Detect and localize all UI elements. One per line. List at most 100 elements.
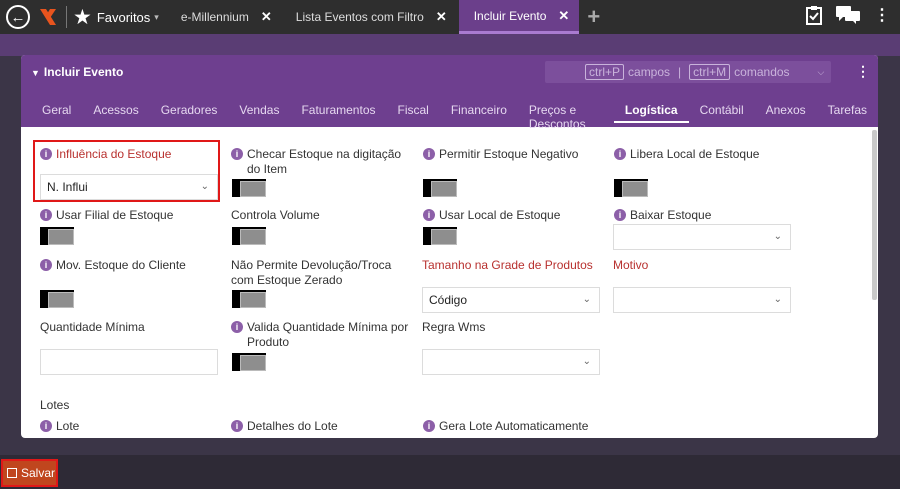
section-tabs: Geral Acessos Geradores Vendas Faturamen… (21, 103, 878, 131)
tab-label: Incluir Evento (473, 8, 547, 23)
more-vertical-icon[interactable]: ⋮ (874, 5, 890, 25)
libera-local-toggle[interactable] (614, 179, 648, 197)
tab-geral[interactable]: Geral (31, 103, 82, 123)
tab-geradores[interactable]: Geradores (150, 103, 229, 123)
baixar-estoque-label: i Baixar Estoque (614, 208, 794, 223)
tab-contabil[interactable]: Contábil (689, 103, 755, 123)
controla-volume-toggle[interactable] (232, 227, 266, 245)
top-bar: ← ★ Favoritos ▾ e-Millennium ✕ Lista Eve… (0, 0, 900, 34)
gera-lote-label: i Gera Lote Automaticamente (423, 419, 613, 434)
label-text: Lote (56, 419, 80, 433)
shortcut-hint[interactable]: ctrl+P campos | ctrl+M comandos ⌵ (545, 61, 831, 83)
usar-filial-label: i Usar Filial de Estoque (40, 208, 220, 223)
info-icon[interactable]: i (614, 209, 626, 221)
influencia-estoque-select[interactable]: N. Influi ⌄ (40, 174, 218, 200)
tab-faturamentos[interactable]: Faturamentos (290, 103, 386, 123)
label-text: Detalhes do Lote (247, 419, 338, 433)
tab-label: Lista Eventos com Filtro (295, 10, 424, 24)
scrollbar[interactable] (872, 130, 877, 300)
save-label: Salvar (21, 466, 56, 480)
chat-icon[interactable] (836, 6, 860, 24)
info-icon[interactable]: i (231, 420, 243, 432)
label-text: Quantidade Mínima (40, 320, 145, 334)
permitir-negativo-label: i Permitir Estoque Negativo (423, 147, 603, 162)
lotes-section-title: Lotes (40, 398, 70, 412)
floppy-disk-icon (7, 468, 17, 478)
tab-e-millennium[interactable]: e-Millennium ✕ (171, 0, 282, 34)
shortcut-label: campos (628, 65, 671, 79)
tab-lista-eventos[interactable]: Lista Eventos com Filtro ✕ (286, 0, 457, 34)
baixar-estoque-select[interactable]: ⌄ (613, 224, 791, 250)
tab-tarefas[interactable]: Tarefas (817, 103, 878, 123)
info-icon[interactable]: i (40, 259, 52, 271)
usar-local-toggle[interactable] (423, 227, 457, 245)
panel-title-text: Incluir Evento (43, 65, 124, 79)
libera-local-label: i Libera Local de Estoque (614, 147, 794, 162)
favorites-label: Favoritos (96, 9, 151, 25)
caret-down-icon: ▾ (154, 11, 159, 22)
info-icon[interactable]: i (40, 209, 52, 221)
info-icon[interactable]: i (231, 148, 243, 160)
close-icon[interactable]: ✕ (261, 9, 272, 25)
influencia-estoque-label: i Influência do Estoque (40, 147, 210, 162)
tab-financeiro[interactable]: Financeiro (440, 103, 518, 123)
tab-precos-descontos[interactable]: Preços e Descontos (518, 103, 614, 131)
info-icon[interactable]: i (423, 420, 435, 432)
info-icon[interactable]: i (40, 148, 52, 160)
shortcut-label: comandos (734, 65, 790, 79)
tab-anexos[interactable]: Anexos (755, 103, 817, 123)
more-vertical-icon[interactable]: ⋮ (856, 63, 870, 80)
tab-fiscal[interactable]: Fiscal (387, 103, 440, 123)
label-text: Libera Local de Estoque (630, 147, 760, 161)
label-text: Influência do Estoque (56, 147, 172, 161)
quantidade-minima-input[interactable] (40, 349, 218, 375)
usar-filial-toggle[interactable] (40, 227, 74, 245)
detalhes-lote-label: i Detalhes do Lote (231, 419, 411, 434)
info-icon[interactable]: i (40, 420, 52, 432)
motivo-label: Motivo (613, 258, 793, 273)
back-circle-icon[interactable]: ← (6, 5, 30, 29)
info-icon[interactable]: i (231, 321, 243, 333)
top-right-actions: ⋮ (806, 5, 890, 25)
nao-permite-devolucao-toggle[interactable] (232, 290, 266, 308)
regra-wms-select[interactable]: ⌄ (422, 349, 600, 375)
label-text: Usar Local de Estoque (439, 208, 561, 222)
clipboard-check-icon[interactable] (806, 5, 822, 25)
chevron-down-icon: ⌄ (582, 356, 591, 367)
panel-title[interactable]: ▼ Incluir Evento (31, 65, 123, 79)
star-icon: ★ (73, 5, 92, 29)
close-icon[interactable]: ✕ (558, 8, 569, 24)
info-icon[interactable]: i (423, 209, 435, 221)
label-text: Tamanho na Grade de Produtos (422, 258, 593, 272)
mov-estoque-cliente-toggle[interactable] (40, 290, 74, 308)
tab-incluir-evento[interactable]: Incluir Evento ✕ (458, 0, 580, 34)
controla-volume-label: Controla Volume (231, 208, 411, 223)
info-icon[interactable]: i (614, 148, 626, 160)
checar-estoque-toggle[interactable] (232, 179, 266, 197)
permitir-negativo-toggle[interactable] (423, 179, 457, 197)
caret-down-icon: ▼ (31, 68, 40, 78)
tab-logistica[interactable]: Logística (613, 103, 689, 123)
app-logo-icon[interactable] (38, 6, 58, 28)
form-panel: ▼ Incluir Evento ctrl+P campos | ctrl+M c… (21, 55, 878, 438)
save-button[interactable]: Salvar (1, 459, 58, 487)
tab-acessos[interactable]: Acessos (82, 103, 149, 123)
tab-vendas[interactable]: Vendas (228, 103, 290, 123)
form-content: i Influência do Estoque N. Influi ⌄ i Chec… (21, 127, 878, 438)
info-icon[interactable]: i (423, 148, 435, 160)
chevron-down-icon: ⌵ (817, 66, 825, 77)
tamanho-grade-select[interactable]: Código ⌄ (422, 287, 600, 313)
label-text: Baixar Estoque (630, 208, 712, 222)
tab-label: e-Millennium (180, 10, 249, 24)
valida-quantidade-toggle[interactable] (232, 353, 266, 371)
label-text: Mov. Estoque do Cliente (56, 258, 186, 272)
favorites-menu[interactable]: ★ Favoritos ▾ (73, 7, 159, 28)
close-icon[interactable]: ✕ (436, 9, 447, 25)
plus-icon[interactable]: + (587, 4, 600, 30)
header-band (0, 34, 900, 56)
label-text: Usar Filial de Estoque (56, 208, 174, 222)
chevron-down-icon: ⌄ (582, 294, 591, 305)
mov-estoque-cliente-label: i Mov. Estoque do Cliente (40, 258, 220, 273)
select-value: Código (429, 293, 468, 307)
motivo-select[interactable]: ⌄ (613, 287, 791, 313)
